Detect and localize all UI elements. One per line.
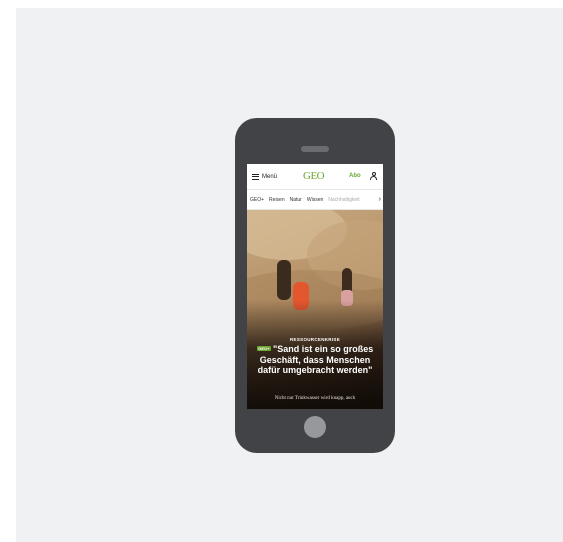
hero-article[interactable]: RESSOURCENKRISE GEO+ "Sand ist ein so gro…	[247, 210, 383, 409]
article-headline-text: "Sand ist ein so großes Geschäft, dass M…	[257, 344, 374, 375]
nav-item-natur[interactable]: Natur	[290, 197, 302, 203]
chevron-right-icon[interactable]: ›	[379, 196, 381, 203]
menu-button[interactable]: Menü	[252, 173, 278, 180]
geo-logo[interactable]: GEO	[303, 170, 325, 182]
category-nav: GEO+ Reisen Natur Wissen Nachhaltigkeit …	[247, 190, 383, 210]
article-kicker: RESSOURCENKRISE	[289, 337, 340, 342]
nav-item-reisen[interactable]: Reisen	[269, 197, 285, 203]
site-header: Menü GEO Abo	[247, 164, 383, 190]
article-teaser: Nicht nur Trinkwasser wird knapp, auch	[274, 396, 356, 401]
nav-item-nachhaltigkeit[interactable]: Nachhaltigkeit	[328, 197, 359, 203]
hamburger-icon	[252, 173, 259, 180]
phone-screen: Menü GEO Abo GEO+ Reisen Natur Wissen Na…	[247, 164, 383, 409]
background-canvas: Menü GEO Abo GEO+ Reisen Natur Wissen Na…	[16, 8, 563, 542]
geo-plus-badge: GEO+	[256, 346, 271, 351]
phone-mockup: Menü GEO Abo GEO+ Reisen Natur Wissen Na…	[235, 118, 395, 453]
phone-speaker	[301, 146, 329, 152]
menu-label: Menü	[262, 173, 278, 180]
article-headline[interactable]: GEO+ "Sand ist ein so großes Geschäft, da…	[253, 344, 377, 376]
nav-item-wissen[interactable]: Wissen	[307, 197, 323, 203]
phone-home-button	[304, 416, 326, 438]
nav-item-geo-plus[interactable]: GEO+	[250, 197, 264, 203]
user-icon[interactable]	[370, 172, 377, 180]
subscribe-link[interactable]: Abo	[349, 173, 361, 179]
